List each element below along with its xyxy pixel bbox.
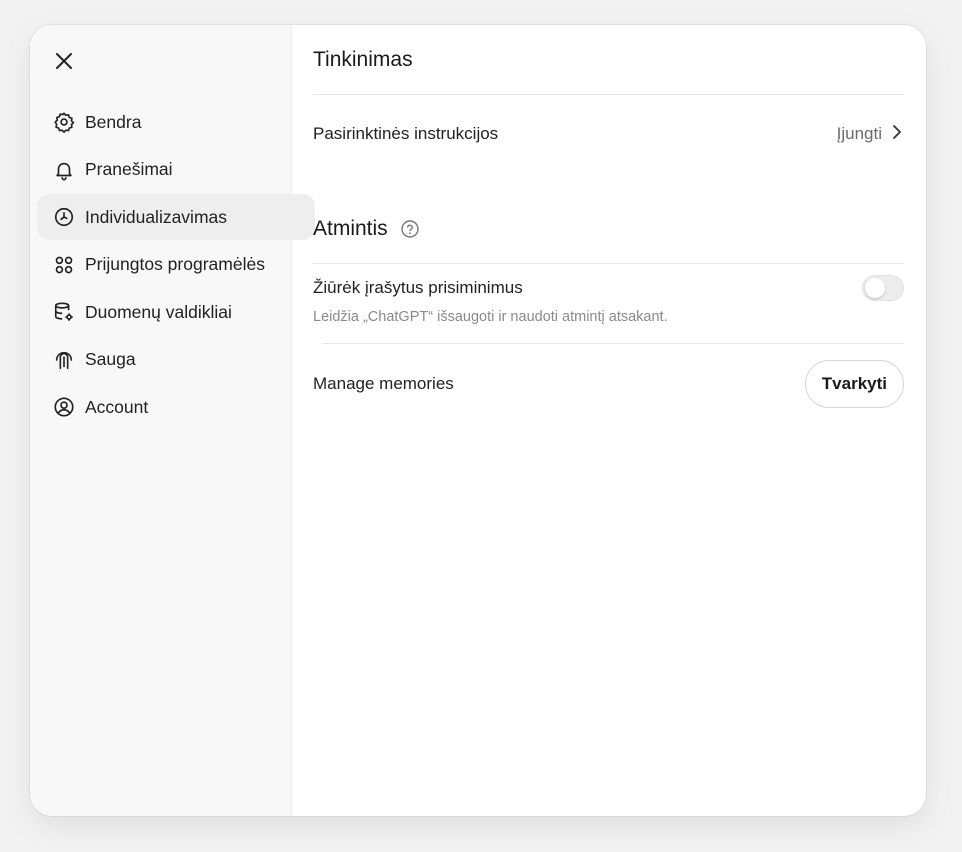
settings-dialog: Bendra Pranešimai Individualizavimas Pri… [30,25,926,816]
sidebar-item-label: Account [85,396,149,417]
help-icon[interactable] [400,219,420,239]
divider [322,343,904,344]
sidebar-item-data-controls[interactable]: Duomenų valdikliai [37,289,315,335]
sidebar-item-label: Prijungtos programėlės [85,254,265,274]
close-button[interactable] [50,49,78,77]
memory-title: Atmintis [313,217,388,240]
custom-instructions-status[interactable]: Įjungti [837,124,904,145]
custom-instructions-row[interactable]: Pasirinktinės instrukcijos Įjungti [313,121,904,147]
sidebar-item-connected-apps[interactable]: Prijungtos programėlės [37,242,315,288]
sidebar-item-label: Duomenų valdikliai [85,301,232,322]
divider [313,263,904,264]
divider [313,94,904,95]
sidebar-item-notifications[interactable]: Pranešimai [37,147,315,193]
sidebar-item-security[interactable]: Sauga [37,337,315,383]
customization-title: Tinkinimas [313,48,413,71]
custom-instructions-label: Pasirinktinės instrukcijos [313,124,499,143]
reference-memories-label: Žiūrėk įrašytus prisiminimus [313,278,523,297]
gear-icon [52,110,76,134]
manage-memories-label: Manage memories [313,374,454,393]
account-icon [52,395,76,419]
settings-content: Tinkinimas Pasirinktinės instrukcijos Įj… [292,25,926,816]
custom-instructions-value: Įjungti [836,124,882,143]
sidebar-item-label: Pranešimai [85,159,173,179]
reference-memories-description: Leidžia „ChatGPT“ išsaugoti ir naudoti a… [313,309,668,325]
settings-sidebar: Bendra Pranešimai Individualizavimas Pri… [30,25,315,816]
apps-icon [52,253,76,277]
sidebar-item-general[interactable]: Bendra [37,99,315,145]
sidebar-item-label: Sauga [85,349,136,369]
sidebar-item-label: Bendra [85,111,142,132]
personalization-icon [52,205,76,229]
bell-icon [52,158,76,182]
database-settings-icon [52,300,76,324]
reference-memories-row: Žiūrėk įrašytus prisiminimus [313,275,904,301]
chevron-right-icon [890,124,904,145]
security-icon [52,348,76,372]
sidebar-item-label: Individualizavimas [85,206,228,227]
sidebar-item-account[interactable]: Account [37,384,315,430]
toggle-knob [865,278,885,298]
sidebar-item-personalization[interactable]: Individualizavimas [37,194,315,240]
manage-memories-row: Manage memories Tvarkyti [313,360,904,408]
settings-nav: Bendra Pranešimai Individualizavimas Pri… [37,99,315,432]
reference-memories-toggle[interactable] [862,275,904,301]
memory-title-row: Atmintis [313,217,420,241]
close-icon [54,51,74,76]
manage-memories-button[interactable]: Tvarkyti [804,360,904,408]
